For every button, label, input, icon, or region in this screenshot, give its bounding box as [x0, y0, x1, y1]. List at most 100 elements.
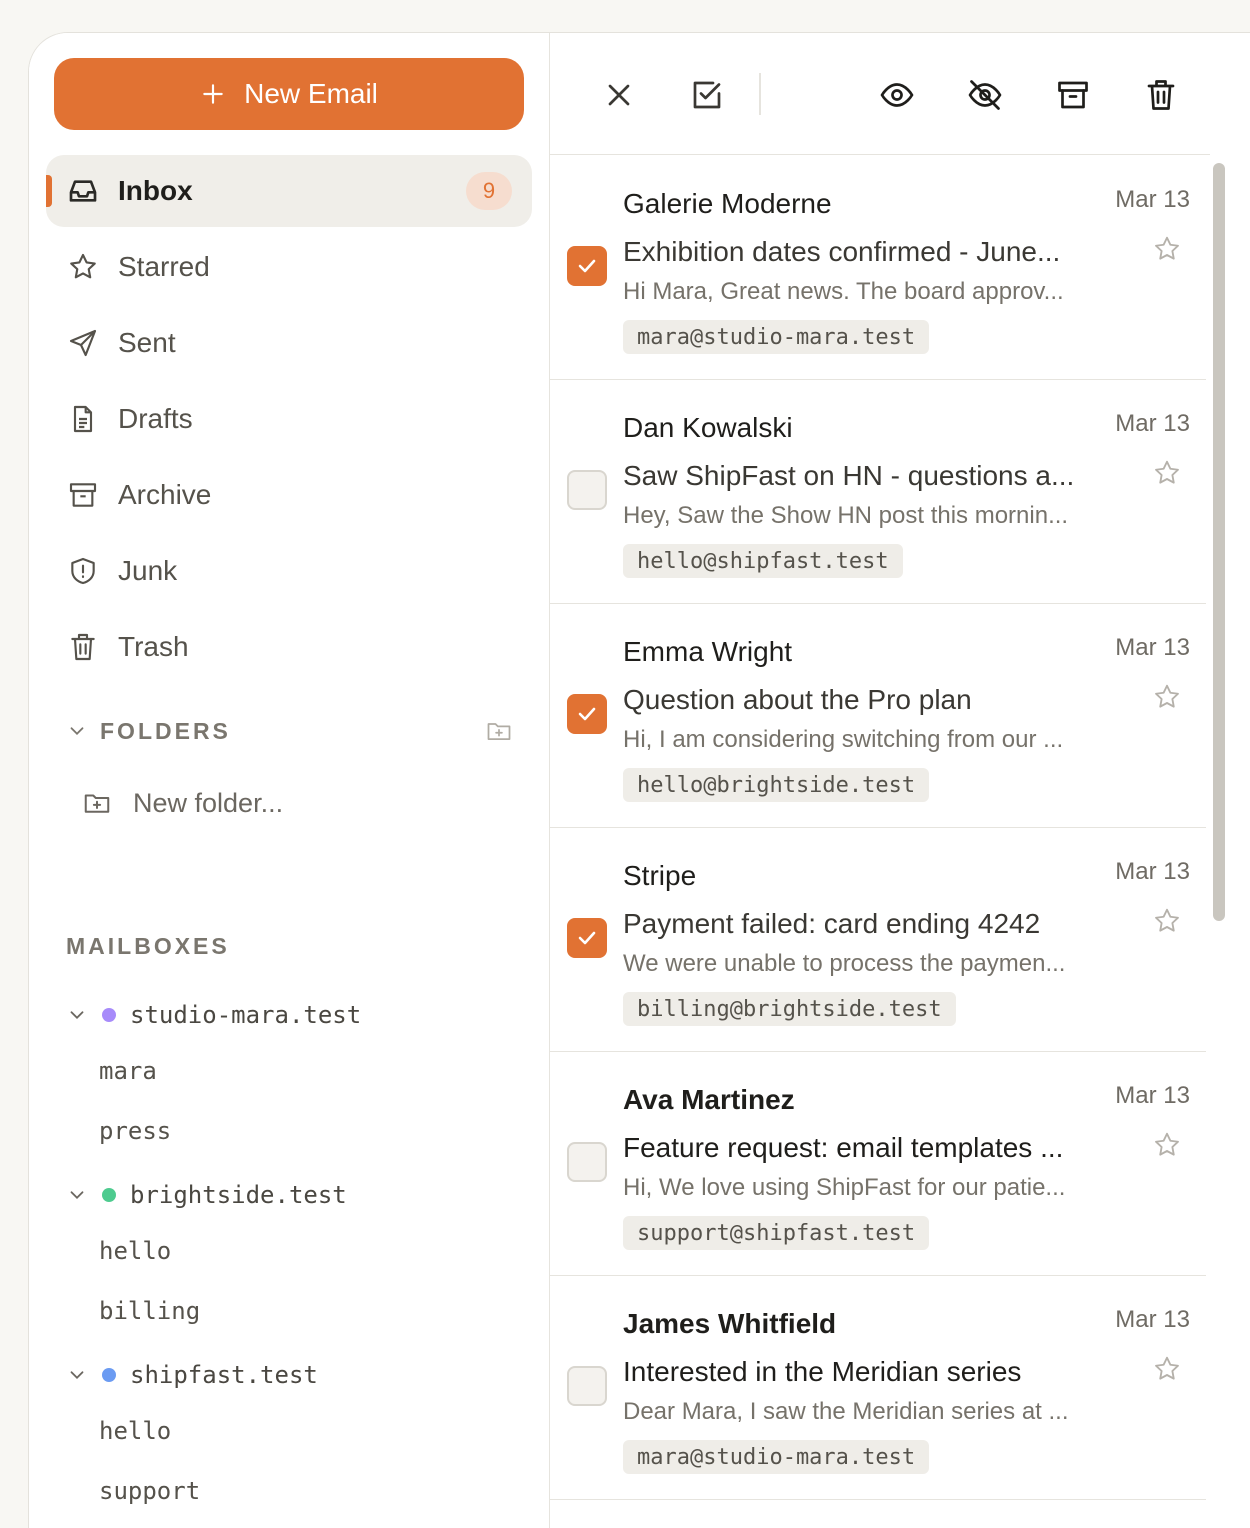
star-icon[interactable]	[1152, 1354, 1182, 1384]
email-row[interactable]: Ava Martinez Mar 13 Feature request: ema…	[550, 1052, 1206, 1276]
sidebar-item-sent[interactable]: Sent	[46, 307, 532, 379]
mailbox-tag: billing@brightside.test	[623, 992, 956, 1026]
unread-count-badge: 9	[466, 172, 512, 210]
domain-color-dot	[102, 1368, 116, 1382]
mail-app: New Email Inbox 9 Starred Sent Drafts Ar…	[28, 32, 1250, 1528]
new-folder-button[interactable]: New folder...	[81, 783, 283, 823]
archive-button[interactable]	[1053, 75, 1093, 115]
email-sender: Dan Kowalski	[623, 412, 793, 443]
email-preview: Dear Mara, I saw the Meridian series at …	[623, 1398, 1069, 1425]
star-icon[interactable]	[1152, 1130, 1182, 1160]
mailbox-domain-brightside[interactable]: brightside.test	[66, 1175, 516, 1215]
email-date: Mar 13	[1115, 858, 1190, 885]
mailbox-address-hello[interactable]: hello	[99, 1231, 171, 1271]
email-date: Mar 13	[1115, 634, 1190, 661]
sidebar-item-label: Trash	[118, 631, 189, 662]
trash-icon	[66, 630, 100, 664]
email-row[interactable]: Stripe Mar 13 Payment failed: card endin…	[550, 828, 1206, 1052]
email-select-checkbox[interactable]	[567, 694, 607, 734]
sidebar-item-label: Inbox	[118, 175, 193, 206]
folders-heading: FOLDERS	[100, 717, 231, 744]
email-select-checkbox[interactable]	[567, 1366, 607, 1406]
email-subject: Question about the Pro plan	[623, 684, 972, 715]
bulk-action-toolbar	[550, 33, 1210, 155]
domain-color-dot	[102, 1008, 116, 1022]
email-date: Mar 13	[1115, 1082, 1190, 1109]
email-subject: Exhibition dates confirmed - June...	[623, 236, 1061, 267]
email-date: Mar 13	[1115, 410, 1190, 437]
inbox-icon	[66, 174, 100, 208]
delete-button[interactable]	[1141, 75, 1181, 115]
trash-icon	[1147, 80, 1175, 110]
sidebar-item-label: Archive	[118, 479, 212, 510]
email-row[interactable]: Galerie Moderne Mar 13 Exhibition dates …	[550, 156, 1206, 380]
sidebar-item-label: Junk	[118, 555, 178, 586]
email-select-checkbox[interactable]	[567, 246, 607, 286]
file-icon	[66, 402, 100, 436]
email-select-checkbox[interactable]	[567, 470, 607, 510]
add-folder-icon[interactable]	[484, 717, 514, 745]
star-icon[interactable]	[1152, 234, 1182, 264]
check-icon	[578, 707, 596, 721]
star-icon[interactable]	[1152, 906, 1182, 936]
mailbox-tag: support@shipfast.test	[623, 1216, 930, 1250]
email-row[interactable]: Dan Kowalski Mar 13 Saw ShipFast on HN -…	[550, 380, 1206, 604]
sidebar-item-trash[interactable]: Trash	[46, 611, 532, 683]
toolbar-divider	[759, 73, 761, 115]
star-icon[interactable]	[1152, 458, 1182, 488]
email-sender: James Whitfield	[623, 1308, 837, 1339]
email-list-pane: Galerie Moderne Mar 13 Exhibition dates …	[550, 33, 1225, 1528]
eye-icon	[880, 83, 914, 107]
mailbox-domain-studio-mara[interactable]: studio-mara.test	[66, 995, 516, 1035]
star-icon	[66, 250, 100, 284]
email-select-checkbox[interactable]	[567, 1142, 607, 1182]
star-icon[interactable]	[1152, 682, 1182, 712]
email-list: Galerie Moderne Mar 13 Exhibition dates …	[550, 156, 1206, 1500]
archive-icon	[66, 478, 100, 512]
sidebar-item-drafts[interactable]: Drafts	[46, 383, 532, 455]
new-email-label: New Email	[244, 78, 378, 109]
mailbox-address-mara[interactable]: mara	[99, 1051, 157, 1091]
email-row[interactable]: James Whitfield Mar 13 Interested in the…	[550, 1276, 1206, 1500]
clear-selection-button[interactable]	[599, 75, 639, 115]
email-date: Mar 13	[1115, 1306, 1190, 1333]
domain-name: brightside.test	[130, 1181, 347, 1209]
sidebar-item-junk[interactable]: Junk	[46, 535, 532, 607]
email-row[interactable]: Emma Wright Mar 13 Question about the Pr…	[550, 604, 1206, 828]
check-icon	[578, 931, 596, 945]
mailbox-tag: hello@shipfast.test	[623, 544, 903, 578]
folders-section-header[interactable]: FOLDERS	[66, 711, 516, 751]
chevron-down-icon	[70, 1191, 84, 1200]
sidebar-item-starred[interactable]: Starred	[46, 231, 532, 303]
email-sender: Stripe	[623, 860, 697, 891]
mark-read-button[interactable]	[877, 75, 917, 115]
email-preview: Hey, Saw the Show HN post this mornin...	[623, 502, 1069, 529]
email-subject: Feature request: email templates ...	[623, 1132, 1064, 1163]
check-square-icon	[693, 81, 721, 109]
new-email-button[interactable]: New Email	[54, 58, 524, 130]
email-preview: Hi Mara, Great news. The board approv...	[623, 278, 1064, 305]
sidebar-item-inbox[interactable]: Inbox 9	[46, 155, 532, 227]
chevron-down-icon	[70, 727, 84, 736]
select-all-button[interactable]	[687, 75, 727, 115]
domain-color-dot	[102, 1188, 116, 1202]
domain-name: studio-mara.test	[130, 1001, 362, 1029]
sidebar-item-label: Drafts	[118, 403, 193, 434]
mailbox-domain-shipfast[interactable]: shipfast.test	[66, 1355, 516, 1395]
email-sender: Ava Martinez	[623, 1084, 795, 1115]
sidebar-item-label: Starred	[118, 251, 210, 282]
email-subject: Payment failed: card ending 4242	[623, 908, 1041, 939]
mailboxes-heading: MAILBOXES	[66, 933, 230, 959]
new-folder-label: New folder...	[133, 787, 284, 818]
mailbox-address-hello[interactable]: hello	[99, 1411, 171, 1451]
mark-unread-button[interactable]	[965, 75, 1005, 115]
mailbox-address-support[interactable]: support	[99, 1471, 200, 1511]
shield-alert-icon	[66, 554, 100, 588]
email-date: Mar 13	[1115, 186, 1190, 213]
eye-off-icon	[968, 80, 1002, 110]
email-select-checkbox[interactable]	[567, 918, 607, 958]
sidebar-item-archive[interactable]: Archive	[46, 459, 532, 531]
mailbox-address-press[interactable]: press	[99, 1111, 171, 1151]
mailbox-address-billing[interactable]: billing	[99, 1291, 200, 1331]
list-scrollbar[interactable]	[1213, 163, 1225, 921]
